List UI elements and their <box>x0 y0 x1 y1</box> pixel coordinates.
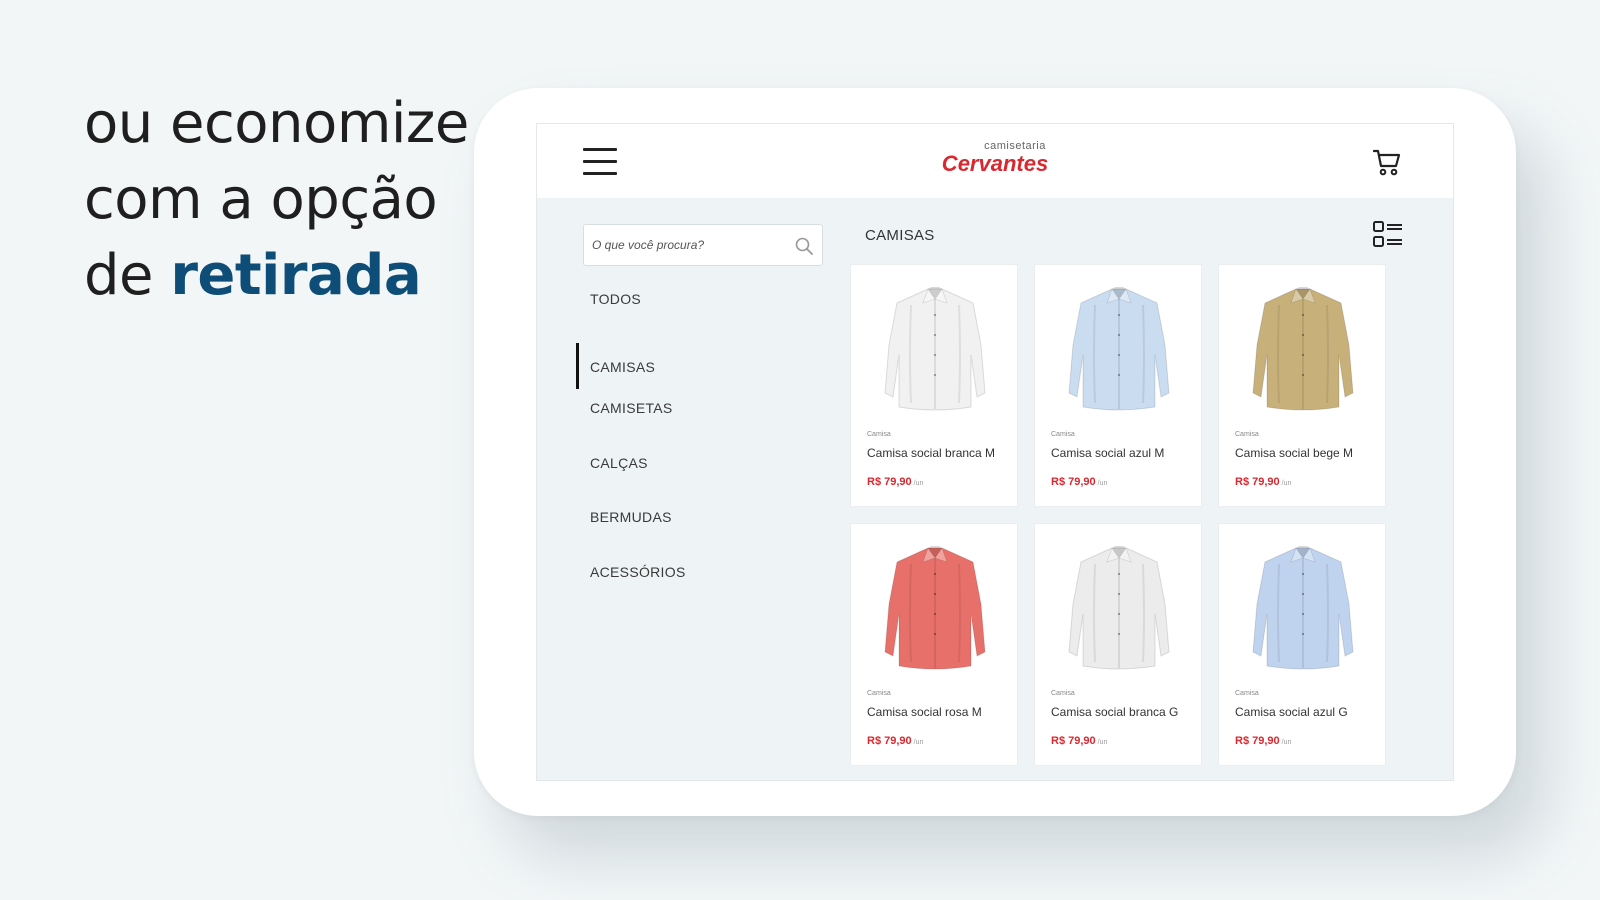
product-price: R$ 79,90/un <box>1235 735 1291 747</box>
category-todos[interactable]: TODOS <box>589 282 686 337</box>
product-name: Camisa social bege M <box>1235 446 1354 460</box>
price-value: R$ 79,90 <box>867 735 912 747</box>
product-category: Camisa <box>1051 690 1075 697</box>
category-label: CAMISETAS <box>590 400 673 416</box>
list-view-toggle[interactable] <box>1371 218 1405 252</box>
promo-headline: ou economize com a opção de retirada <box>84 86 469 314</box>
category-calcas[interactable]: CALÇAS <box>589 446 686 501</box>
product-card[interactable]: Camisa Camisa social bege M R$ 79,90/un <box>1218 264 1386 507</box>
headline-accent-word: retirada <box>170 243 422 308</box>
search-icon[interactable] <box>794 236 814 256</box>
price-value: R$ 79,90 <box>1235 476 1280 488</box>
cart-icon <box>1372 149 1401 176</box>
product-name: Camisa social branca G <box>1051 705 1179 719</box>
product-name: Camisa social branca M <box>867 446 996 460</box>
price-value: R$ 79,90 <box>1235 735 1280 747</box>
shirt-image <box>1252 287 1354 411</box>
headline-line-3-prefix: de <box>84 243 171 308</box>
product-price: R$ 79,90/un <box>1235 476 1291 488</box>
category-bermudas[interactable]: BERMUDAS <box>589 500 686 555</box>
price-unit: /un <box>1097 480 1108 487</box>
price-unit: /un <box>913 739 924 746</box>
menu-icon-bar <box>583 160 617 163</box>
category-label: CAMISAS <box>590 358 656 375</box>
product-price: R$ 79,90/un <box>1051 735 1107 747</box>
product-category: Camisa <box>867 690 891 697</box>
app-screen: camisetaria Cervantes TODOS CAMISAS CAMI… <box>536 123 1454 781</box>
price-value: R$ 79,90 <box>1051 735 1096 747</box>
cart-button[interactable] <box>1371 146 1403 178</box>
menu-button[interactable] <box>583 148 617 176</box>
product-category: Camisa <box>1051 431 1075 438</box>
shirt-image <box>884 287 986 411</box>
menu-icon <box>583 148 617 151</box>
product-category: Camisa <box>1235 690 1259 697</box>
category-label: BERMUDAS <box>590 509 672 525</box>
price-value: R$ 79,90 <box>867 476 912 488</box>
product-price: R$ 79,90/un <box>867 735 923 747</box>
search-box[interactable] <box>583 224 823 266</box>
product-card[interactable]: Camisa Camisa social rosa M R$ 79,90/un <box>850 523 1018 766</box>
list-view-icon <box>1373 221 1402 247</box>
category-label: ACESSÓRIOS <box>590 563 686 580</box>
product-price: R$ 79,90/un <box>1051 476 1107 488</box>
category-list: TODOS CAMISAS CAMISETAS CALÇAS BERMUDAS … <box>576 282 686 610</box>
shirt-image <box>1252 546 1354 670</box>
headline-line-3: de retirada <box>84 238 469 314</box>
product-grid: Camisa Camisa social branca M R$ 79,90/un C… <box>850 264 1386 766</box>
product-price: R$ 79,90/un <box>867 476 923 488</box>
product-name: Camisa social azul G <box>1235 705 1348 719</box>
search-input[interactable] <box>592 225 792 265</box>
product-card[interactable]: Camisa Camisa social branca G R$ 79,90/un <box>1034 523 1202 766</box>
price-unit: /un <box>913 480 924 487</box>
product-category: Camisa <box>1235 431 1259 438</box>
brand-logo[interactable]: camisetaria Cervantes <box>942 140 1048 176</box>
price-unit: /un <box>1281 739 1292 746</box>
product-name: Camisa social azul M <box>1051 446 1165 460</box>
product-name: Camisa social rosa M <box>867 705 982 719</box>
price-unit: /un <box>1097 739 1108 746</box>
shirt-image <box>1068 287 1170 411</box>
headline-line-1: ou economize <box>84 91 469 156</box>
headline-line-2: com a opção <box>84 167 438 232</box>
category-camisetas[interactable]: CAMISETAS <box>589 391 686 446</box>
price-unit: /un <box>1281 480 1292 487</box>
product-card[interactable]: Camisa Camisa social branca M R$ 79,90/un <box>850 264 1018 507</box>
price-value: R$ 79,90 <box>1051 476 1096 488</box>
category-label: CALÇAS <box>590 454 648 471</box>
menu-icon-bar <box>583 172 617 175</box>
logo-brand-name: Cervantes <box>941 151 1049 176</box>
product-card[interactable]: Camisa Camisa social azul M R$ 79,90/un <box>1034 264 1202 507</box>
app-header: camisetaria Cervantes <box>537 124 1453 198</box>
product-card[interactable]: Camisa Camisa social azul G R$ 79,90/un <box>1218 523 1386 766</box>
shirt-image <box>1068 546 1170 670</box>
tablet-device: camisetaria Cervantes TODOS CAMISAS CAMI… <box>474 88 1516 816</box>
category-camisas[interactable]: CAMISAS <box>576 337 686 392</box>
shirt-image <box>884 546 986 670</box>
section-title: CAMISAS <box>865 227 935 244</box>
product-category: Camisa <box>867 431 891 438</box>
category-acessorios[interactable]: ACESSÓRIOS <box>589 555 686 610</box>
category-label: TODOS <box>590 291 642 307</box>
